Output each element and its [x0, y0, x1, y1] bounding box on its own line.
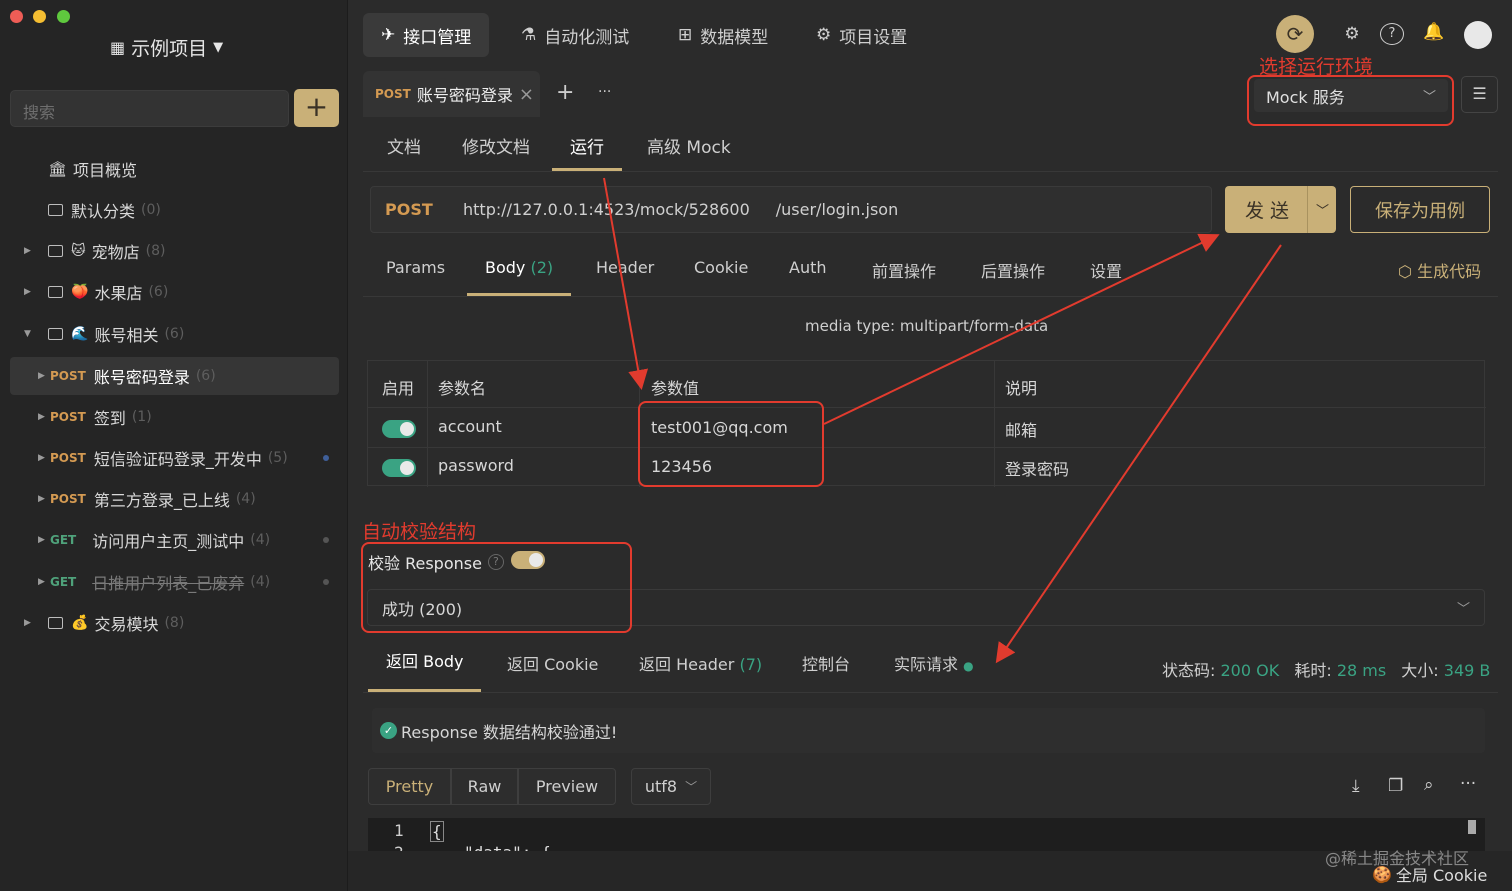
arrow-to-value	[603, 177, 649, 390]
annotation-arrows	[603, 177, 1282, 664]
arrow-to-actual-request	[995, 244, 1282, 664]
arrow-to-send	[823, 233, 1220, 425]
